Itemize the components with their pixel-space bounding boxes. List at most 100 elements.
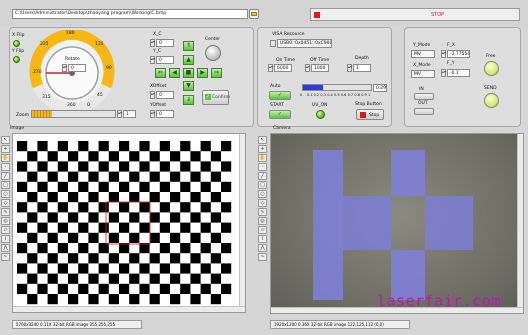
cam-polygon-tool-icon[interactable]: ◇: [258, 199, 267, 207]
uv-on-led[interactable]: [316, 110, 325, 119]
arrow-down-fast-button[interactable]: ⇓: [183, 95, 194, 105]
rect-tool-icon[interactable]: □: [1, 181, 10, 189]
zoom-tool-icon[interactable]: +: [1, 145, 10, 153]
broken-line-tool-icon[interactable]: ⌇: [1, 235, 10, 243]
cam-annulus-tool-icon[interactable]: ◎: [258, 217, 267, 225]
auto-slider[interactable]: [302, 84, 372, 91]
checker-square: [108, 151, 119, 162]
rotate-input[interactable]: 0: [68, 64, 86, 72]
cam-pointer-tool-icon[interactable]: ↖: [258, 136, 267, 144]
auto-button[interactable]: ✓: [269, 91, 291, 100]
x-flip-led[interactable]: [13, 40, 20, 47]
annulus-tool-icon[interactable]: ◎: [1, 217, 10, 225]
f-x-input[interactable]: -2.77556E: [447, 50, 470, 58]
arrow-up-button[interactable]: ▲: [183, 55, 194, 65]
image-display[interactable]: [12, 133, 246, 313]
cam-freeline-tool-icon[interactable]: ~: [258, 253, 267, 261]
send-button[interactable]: [484, 93, 499, 108]
polygon-tool-icon[interactable]: ◇: [1, 199, 10, 207]
y-flip-label: Y Flip: [12, 49, 25, 54]
arrow-left-button[interactable]: ◀: [169, 68, 180, 78]
cam-zoom-tool-icon[interactable]: +: [258, 145, 267, 153]
cam-line-tool-icon[interactable]: ╱: [258, 172, 267, 180]
visa-resource-select[interactable]: USB0::0x0451::0xC900::: [277, 39, 332, 48]
camera-blue-block: [425, 196, 473, 250]
rotated-rect-tool-icon[interactable]: ▱: [1, 226, 10, 234]
y-c-input[interactable]: 0: [156, 56, 174, 64]
line-tool-icon[interactable]: ╱: [1, 172, 10, 180]
camera-display[interactable]: [270, 133, 524, 314]
depth-input[interactable]: 1: [353, 64, 371, 72]
freeline-tool-icon[interactable]: ~: [1, 253, 10, 261]
out-button[interactable]: [414, 108, 434, 115]
stop-bar[interactable]: STOP: [310, 8, 520, 21]
arrow-up-fast-button[interactable]: ⇑: [183, 41, 194, 51]
freehand-tool-icon[interactable]: ∿: [1, 208, 10, 216]
point-tool-icon[interactable]: ·: [1, 163, 10, 171]
zoom-slider[interactable]: [31, 110, 116, 118]
f-y-spinner[interactable]: ▴▾: [441, 69, 446, 77]
checker-square: [88, 232, 99, 243]
y-c-spinner[interactable]: ▴▾: [150, 56, 155, 64]
center-button[interactable]: [205, 45, 221, 61]
free-button[interactable]: [484, 61, 499, 76]
file-path-field[interactable]: C:\Users\Administrator\Desktop\zhaoyang …: [12, 9, 248, 19]
arrow-down-button[interactable]: ▼: [183, 81, 194, 91]
f-y-input[interactable]: -0.1: [447, 69, 470, 77]
image-status-bar: 5760x3240 0.11X 32-bit RGB image 255,255…: [12, 320, 142, 329]
stop-button[interactable]: Stop: [356, 109, 384, 120]
pointer-tool-icon[interactable]: ↖: [1, 136, 10, 144]
checker-square: [170, 212, 181, 223]
checker-square: [27, 192, 38, 203]
arrow-home-button[interactable]: ■: [183, 68, 194, 78]
y-mode-select[interactable]: MV: [411, 50, 435, 58]
cam-rect-tool-icon[interactable]: □: [258, 181, 267, 189]
cam-point-tool-icon[interactable]: ·: [258, 163, 267, 171]
confirm-button[interactable]: ✓ Confirm: [202, 90, 230, 105]
polyline-tool-icon[interactable]: ⋀: [1, 244, 10, 252]
x-offset-spinner[interactable]: ▴▾: [150, 91, 155, 99]
checker-square: [37, 243, 48, 254]
zoom-spinner[interactable]: ▴▾: [117, 110, 122, 118]
image-vertical-scrollbar[interactable]: [239, 134, 245, 312]
y-flip-led[interactable]: [13, 56, 20, 63]
x-c-input[interactable]: 0: [156, 39, 174, 47]
cam-broken-line-tool-icon[interactable]: ⌇: [258, 235, 267, 243]
x-mode-select[interactable]: MV: [411, 70, 435, 78]
checker-square: [180, 202, 191, 213]
start-button[interactable]: ✓: [269, 110, 291, 119]
stop-indicator: [314, 12, 320, 18]
image-horizontal-scrollbar[interactable]: [13, 306, 245, 312]
auto-value-input[interactable]: 0.29: [373, 84, 387, 92]
arrow-left-fast-button[interactable]: ⇐: [155, 68, 166, 78]
off-time-input[interactable]: 1000: [311, 64, 329, 72]
checker-square: [88, 151, 99, 162]
x-offset-input[interactable]: 0: [156, 91, 174, 99]
in-button[interactable]: [414, 93, 434, 100]
on-time-input[interactable]: 6000: [274, 64, 292, 72]
arrow-right-button[interactable]: ▶: [197, 68, 208, 78]
cam-pan-tool-icon[interactable]: ✋: [258, 154, 267, 162]
cam-rotated-rect-tool-icon[interactable]: ▱: [258, 226, 267, 234]
cam-polyline-tool-icon[interactable]: ⋀: [258, 244, 267, 252]
off-time-spinner[interactable]: ▴▾: [305, 64, 310, 72]
checker-square: [170, 171, 181, 182]
browse-button[interactable]: [249, 9, 259, 19]
checker-square: [27, 294, 38, 305]
arrow-right-fast-button[interactable]: ⇒: [211, 68, 222, 78]
y-offset-spinner[interactable]: ▴▾: [150, 110, 155, 118]
rotate-spinner[interactable]: ▴▾: [62, 64, 67, 72]
send-label: SEND: [484, 86, 497, 91]
oval-tool-icon[interactable]: ○: [1, 190, 10, 198]
cam-freehand-tool-icon[interactable]: ∿: [258, 208, 267, 216]
pan-tool-icon[interactable]: ✋: [1, 154, 10, 162]
cam-oval-tool-icon[interactable]: ○: [258, 190, 267, 198]
depth-spinner[interactable]: ▴▾: [347, 64, 352, 72]
checker-square: [108, 171, 119, 182]
x-c-spinner[interactable]: ▴▾: [150, 39, 155, 47]
camera-vertical-scrollbar[interactable]: [517, 134, 523, 313]
on-time-spinner[interactable]: ▴▾: [268, 64, 273, 72]
zoom-input[interactable]: 1: [123, 110, 136, 118]
y-offset-input[interactable]: 0: [156, 110, 174, 118]
f-x-spinner[interactable]: ▴▾: [441, 50, 446, 58]
